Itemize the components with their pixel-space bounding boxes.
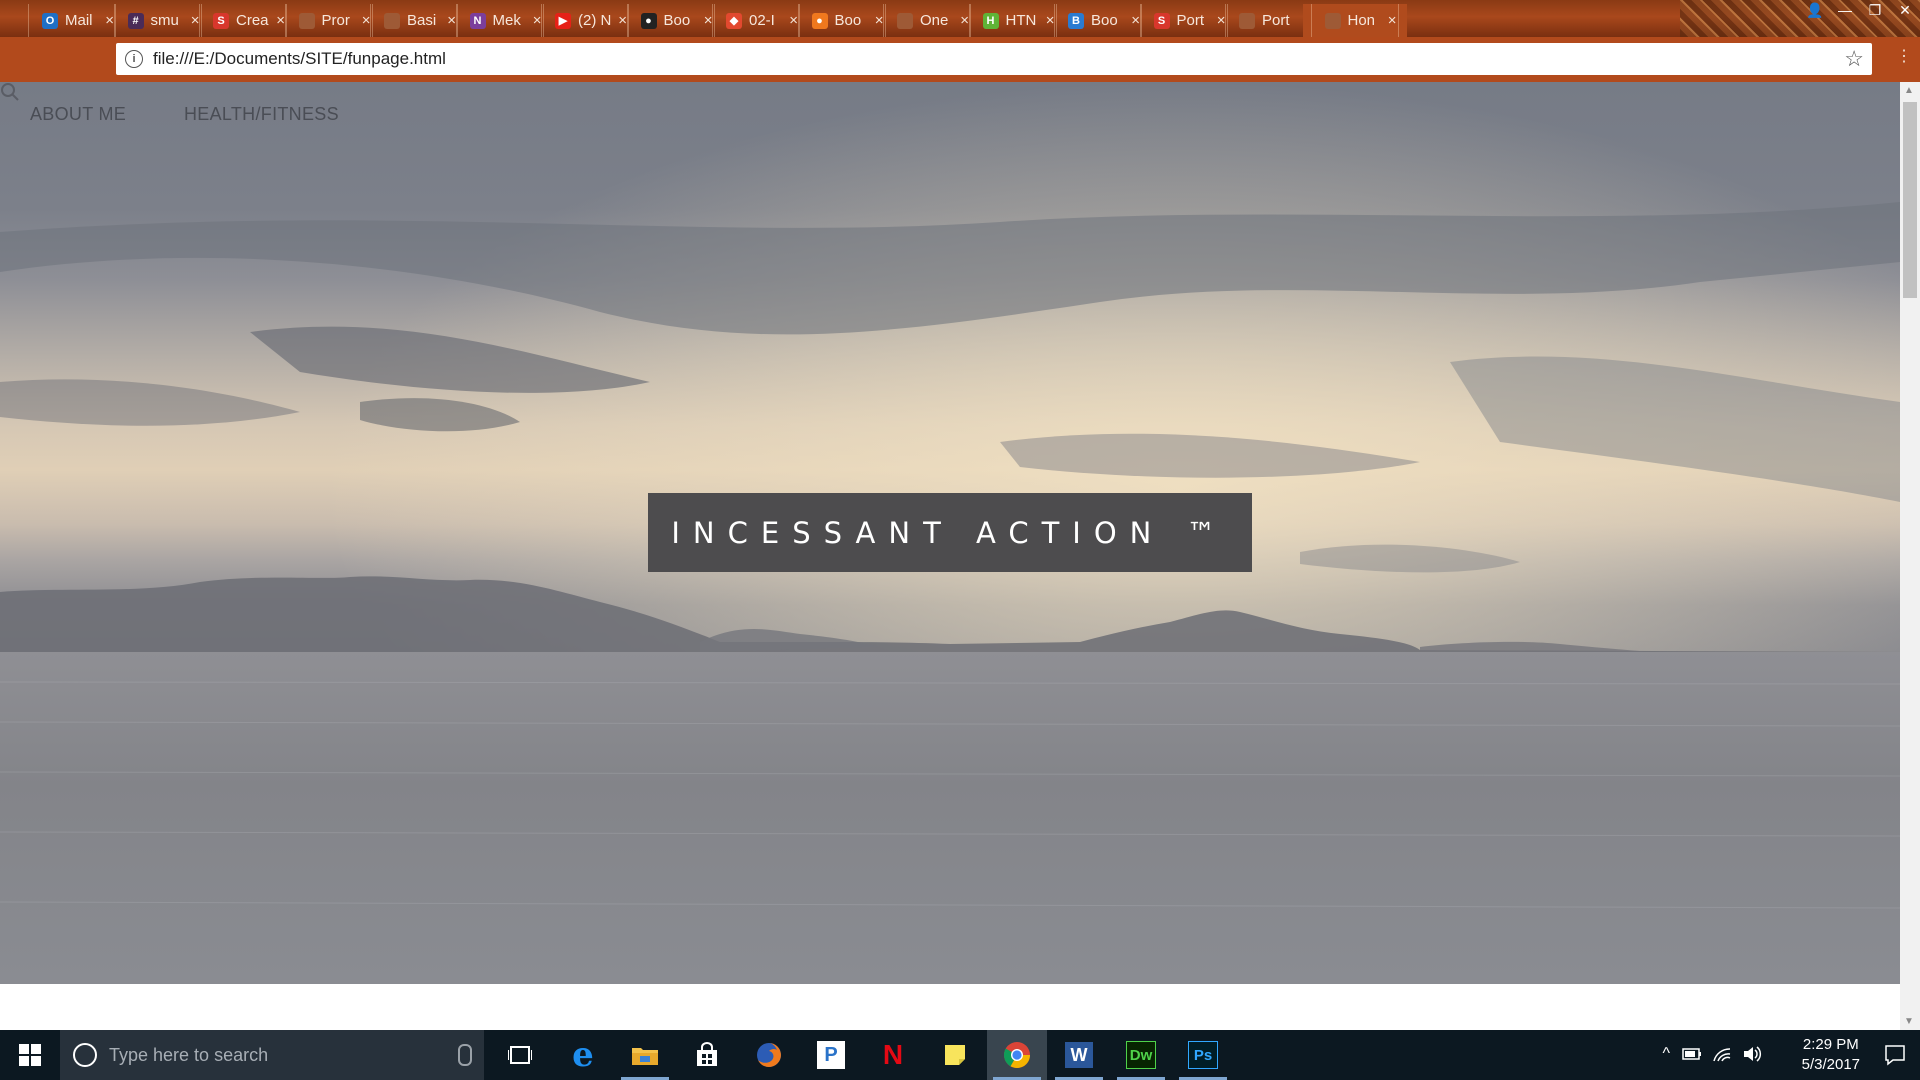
page-icon bbox=[897, 12, 913, 29]
user-profile-icon[interactable]: 👤 bbox=[1800, 0, 1830, 20]
browser-tab-title: Port bbox=[1176, 12, 1205, 29]
firefox-icon[interactable] bbox=[739, 1030, 799, 1080]
nav-about-me[interactable]: ABOUT ME bbox=[30, 104, 126, 125]
site-navigation: ABOUT ME HEALTH/FITNESS bbox=[0, 82, 1900, 142]
hero-title: INCESSANT ACTION ™ bbox=[671, 515, 1229, 550]
page-icon bbox=[384, 12, 400, 29]
chrome-icon[interactable] bbox=[987, 1030, 1047, 1080]
github-icon: ● bbox=[640, 12, 657, 29]
browser-tab-title: HTN bbox=[1005, 12, 1037, 29]
browser-tab-title: Mek bbox=[492, 12, 521, 29]
close-window-button[interactable]: ✕ bbox=[1890, 0, 1920, 20]
scroll-down-icon[interactable]: ▼ bbox=[1904, 1016, 1914, 1027]
site-info-icon[interactable]: i bbox=[125, 50, 143, 68]
pandora-letter: P bbox=[824, 1043, 838, 1066]
browser-tab-title: Boo bbox=[834, 12, 862, 29]
address-bar[interactable]: i file:///E:/Documents/SITE/funpage.html… bbox=[116, 43, 1872, 75]
page-icon bbox=[298, 12, 315, 29]
youtube-icon: ▶ bbox=[555, 12, 571, 29]
s-logo-icon: S bbox=[213, 12, 229, 29]
hero-title-box: INCESSANT ACTION ™ bbox=[648, 493, 1252, 572]
taskbar-search-box[interactable]: Type here to search bbox=[60, 1030, 484, 1080]
address-bar-url[interactable]: file:///E:/Documents/SITE/funpage.html bbox=[153, 49, 446, 69]
browser-tab-title: Crea bbox=[236, 12, 269, 29]
search-icon[interactable] bbox=[0, 82, 20, 102]
clock-date: 5/3/2017 bbox=[1801, 1056, 1860, 1073]
minimize-button[interactable]: — bbox=[1830, 0, 1860, 20]
scroll-up-icon[interactable]: ▲ bbox=[1904, 85, 1914, 96]
html-icon: H bbox=[982, 12, 999, 29]
volume-icon[interactable] bbox=[1742, 1045, 1762, 1063]
dreamweaver-icon[interactable]: Dw bbox=[1111, 1030, 1171, 1080]
bookmark-star-icon[interactable]: ☆ bbox=[1844, 46, 1864, 72]
page-scrollbar[interactable]: ▲ ▼ bbox=[1900, 82, 1920, 1030]
windows-taskbar: Type here to search e P N W Dw Ps ^ 2:29… bbox=[0, 1030, 1920, 1080]
photoshop-letters: Ps bbox=[1188, 1041, 1218, 1069]
hero-section: ABOUT ME HEALTH/FITNESS INCESSANT ACTION… bbox=[0, 82, 1900, 984]
browser-tab-title: smu bbox=[150, 12, 179, 29]
show-hidden-icons-chevron-icon[interactable]: ^ bbox=[1662, 1045, 1670, 1063]
browser-tab-title: Pror bbox=[321, 12, 350, 29]
browser-tab-title: Port bbox=[1262, 12, 1290, 29]
browser-toolbar: i file:///E:/Documents/SITE/funpage.html… bbox=[0, 37, 1920, 82]
word-letter: W bbox=[1065, 1042, 1093, 1068]
netflix-icon[interactable]: N bbox=[863, 1030, 923, 1080]
dreamweaver-letters: Dw bbox=[1126, 1041, 1156, 1069]
browser-tab-title: Boo bbox=[1091, 12, 1118, 29]
browser-tab-title: Basi bbox=[407, 12, 437, 29]
browser-tab-title: 02-I bbox=[749, 12, 775, 29]
wifi-icon[interactable] bbox=[1712, 1045, 1732, 1063]
browser-tab-title: Hon bbox=[1347, 12, 1376, 29]
store-icon[interactable] bbox=[677, 1030, 737, 1080]
file-explorer-icon[interactable] bbox=[615, 1030, 675, 1080]
browser-tab-title: (2) N bbox=[578, 12, 612, 29]
clock-time: 2:29 PM bbox=[1802, 1036, 1859, 1053]
windows-logo-icon bbox=[19, 1044, 41, 1066]
orange-circle-icon: ● bbox=[811, 12, 828, 29]
edge-icon[interactable]: e bbox=[553, 1030, 613, 1080]
pandora-icon[interactable]: P bbox=[801, 1030, 861, 1080]
photoshop-icon[interactable]: Ps bbox=[1173, 1030, 1233, 1080]
action-center-icon[interactable] bbox=[1884, 1044, 1906, 1066]
page-icon bbox=[1324, 12, 1341, 29]
netflix-letter: N bbox=[882, 1039, 904, 1070]
browser-tab-strip: O Mail × # smu × S Crea × Pror × Basi × N Mek × ▶ (2) N × ●… bbox=[0, 0, 1920, 37]
outlook-icon: O bbox=[42, 12, 58, 29]
onenote-icon: N bbox=[469, 12, 486, 29]
close-tab-icon[interactable]: × bbox=[1388, 12, 1397, 29]
bootstrap-icon: B bbox=[1068, 12, 1084, 29]
nav-health-fitness[interactable]: HEALTH/FITNESS bbox=[184, 104, 339, 125]
page-viewport: ABOUT ME HEALTH/FITNESS INCESSANT ACTION… bbox=[0, 82, 1900, 1030]
word-icon[interactable]: W bbox=[1049, 1030, 1109, 1080]
restore-button[interactable]: ❐ bbox=[1860, 0, 1890, 20]
s-logo-icon: S bbox=[1153, 12, 1170, 29]
battery-icon[interactable] bbox=[1682, 1047, 1702, 1061]
browser-tab-title: Boo bbox=[663, 12, 691, 29]
page-icon bbox=[1239, 12, 1255, 29]
browser-menu-icon[interactable]: ⋮ bbox=[1896, 46, 1912, 66]
sticky-notes-icon[interactable] bbox=[925, 1030, 985, 1080]
window-controls: 👤 — ❐ ✕ bbox=[1800, 0, 1920, 22]
start-button[interactable] bbox=[0, 1030, 60, 1080]
scrollbar-thumb[interactable] bbox=[1903, 102, 1917, 298]
taskbar-search-placeholder: Type here to search bbox=[109, 1044, 269, 1065]
system-clock[interactable]: 2:29 PM 5/3/2017 bbox=[1802, 1035, 1860, 1075]
browser-tab-title: One bbox=[920, 12, 949, 29]
slack-icon: # bbox=[127, 12, 144, 29]
task-view-icon[interactable] bbox=[490, 1030, 550, 1080]
microphone-icon[interactable] bbox=[458, 1044, 472, 1066]
cortana-icon bbox=[73, 1043, 97, 1067]
browser-tab-title: Mail bbox=[65, 12, 93, 29]
gitlab-icon: ◆ bbox=[726, 12, 742, 29]
browser-tab[interactable]: Hon × bbox=[1302, 4, 1407, 37]
